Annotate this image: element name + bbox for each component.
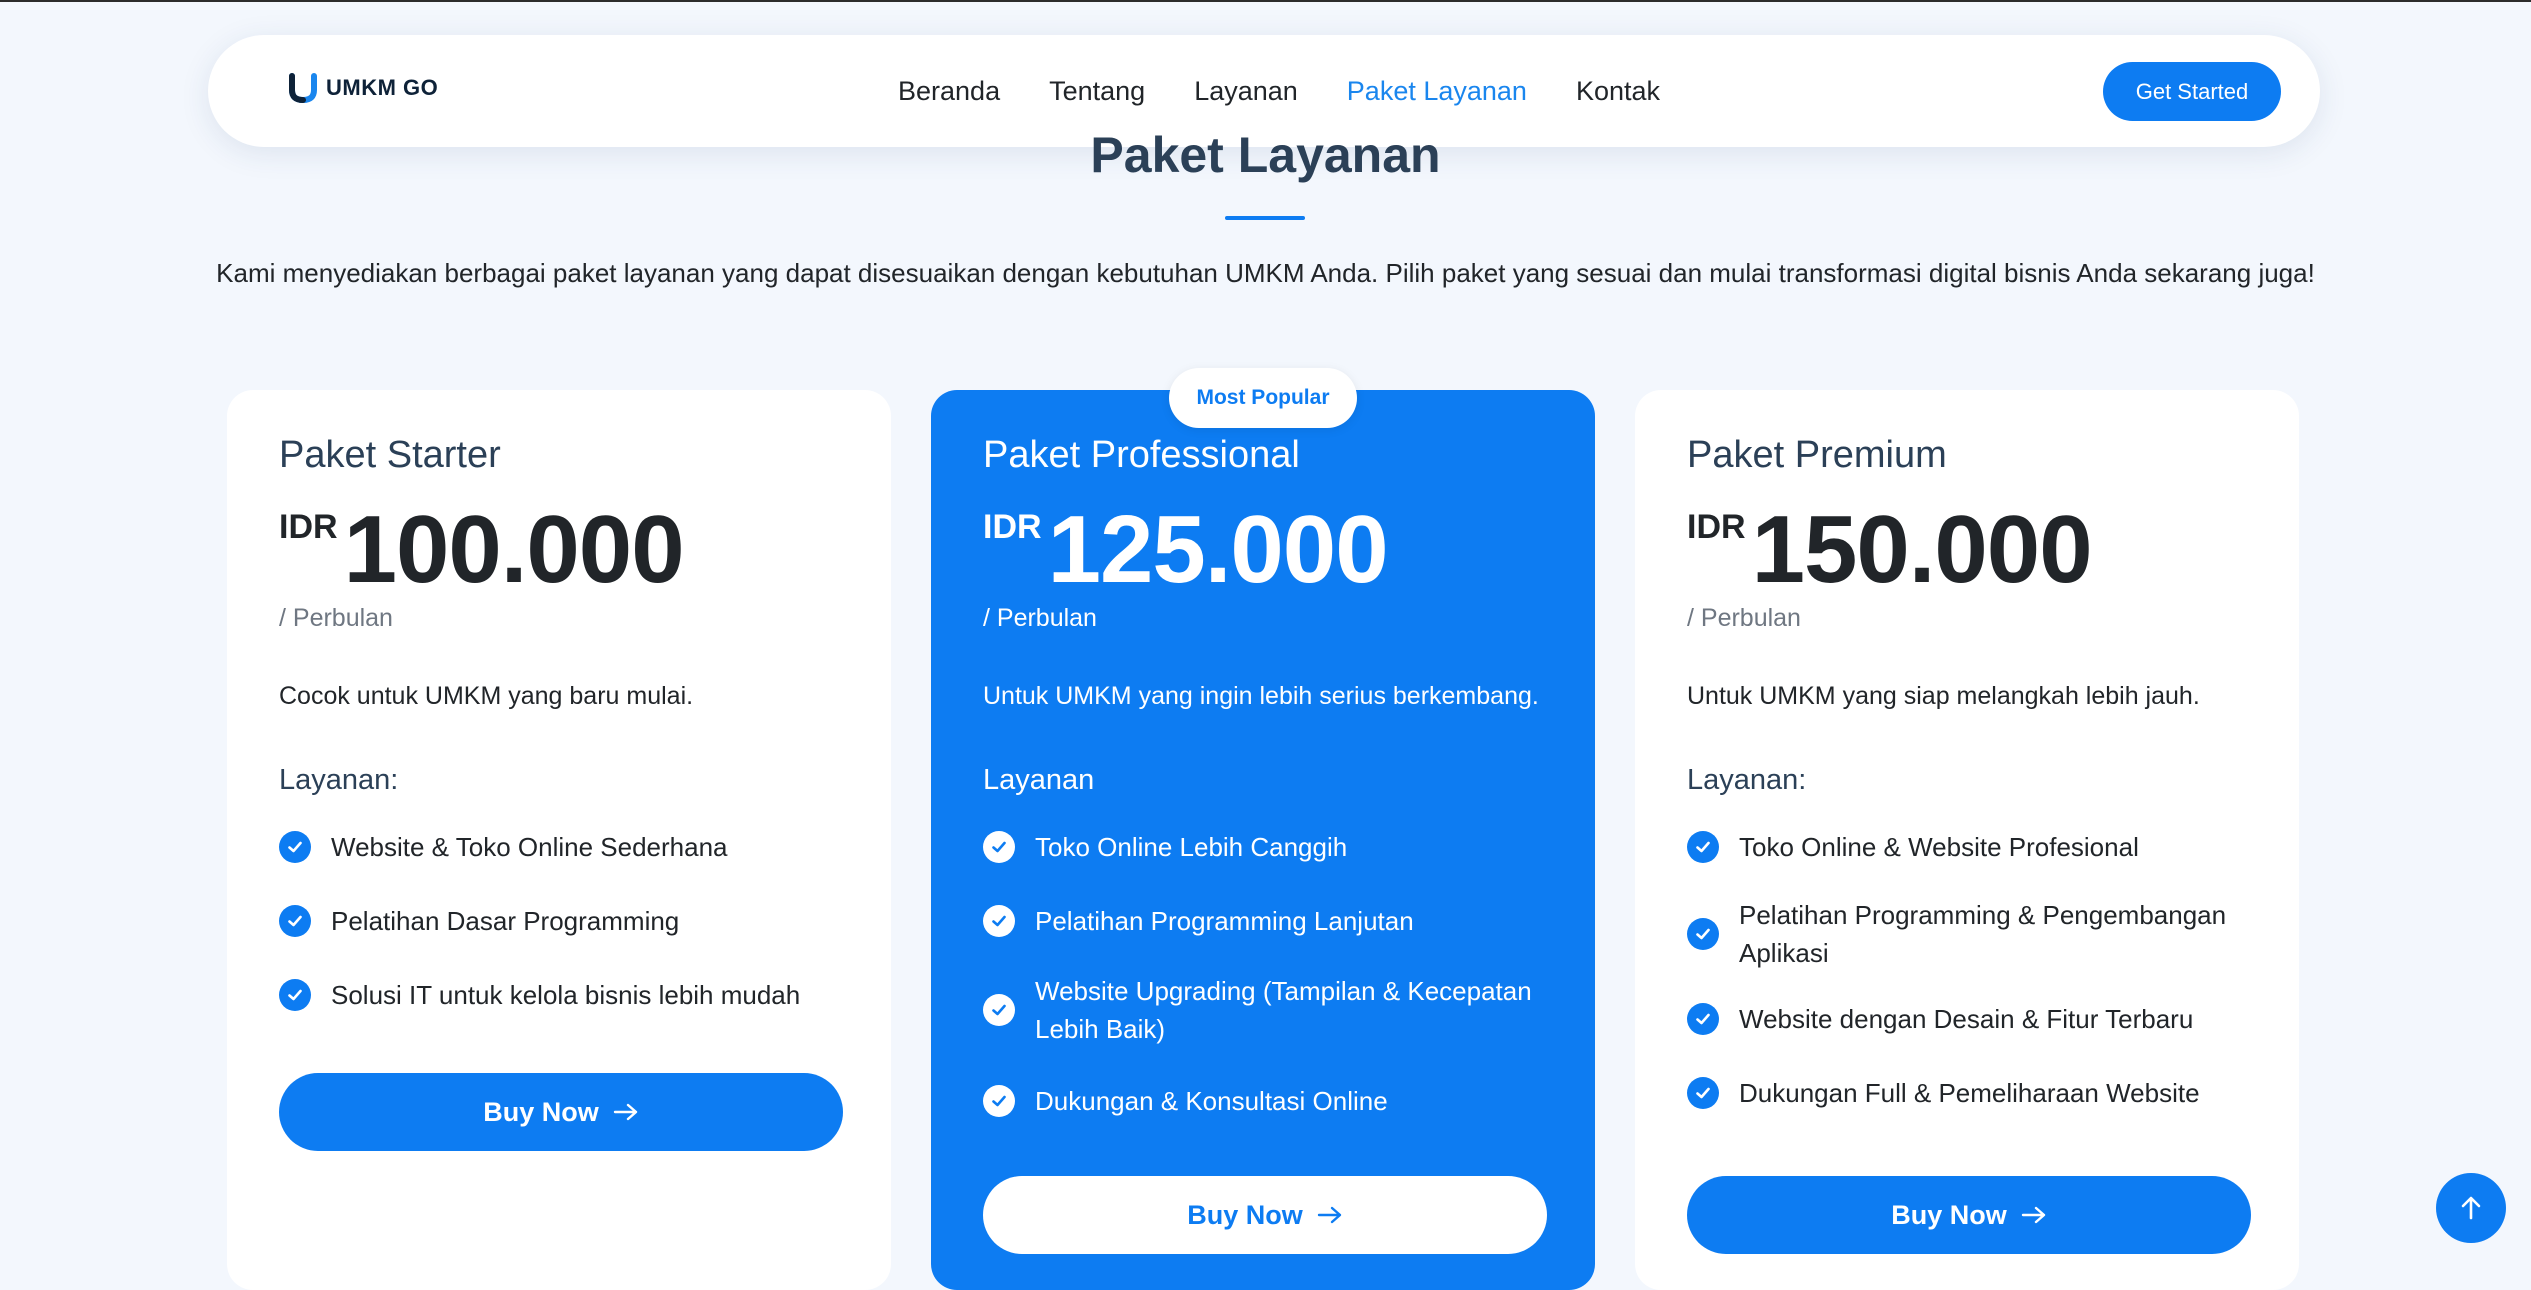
section-title: Paket Layanan bbox=[1090, 127, 1441, 183]
feature-text: Website dengan Desain & Fitur Terbaru bbox=[1739, 1004, 2194, 1034]
arrow-right-icon bbox=[613, 1103, 637, 1121]
feature-item: Website & Toko Online Sederhana bbox=[279, 828, 859, 866]
price-currency: IDR bbox=[279, 508, 338, 546]
plan-name: Paket Starter bbox=[279, 434, 501, 476]
feature-text: Dukungan Full & Pemeliharaan Website bbox=[1739, 1078, 2200, 1108]
nav-layanan[interactable]: Layanan bbox=[1194, 76, 1298, 107]
check-circle-icon bbox=[279, 831, 311, 863]
price-period: / Perbulan bbox=[1687, 604, 1801, 632]
arrow-up-icon bbox=[2461, 1196, 2481, 1220]
plan-price: IDR 150.000 bbox=[1687, 496, 2093, 603]
arrow-right-icon bbox=[1317, 1206, 1341, 1224]
features-label: Layanan: bbox=[1687, 764, 1807, 796]
feature-text: Website Upgrading (Tampilan & Kecepatan … bbox=[1035, 976, 1532, 1044]
feature-item: Pelatihan Programming & Pengembangan Apl… bbox=[1687, 896, 2267, 972]
most-popular-badge: Most Popular bbox=[1169, 368, 1357, 428]
title-underline bbox=[1225, 216, 1305, 220]
pricing-card-professional: Most Popular Paket Professional IDR 125.… bbox=[931, 368, 1595, 1290]
window-top-border bbox=[0, 0, 2531, 2]
nav-beranda[interactable]: Beranda bbox=[898, 76, 1000, 107]
feature-item: Dukungan Full & Pemeliharaan Website bbox=[1687, 1074, 2267, 1112]
features-label: Layanan bbox=[983, 764, 1095, 796]
feature-item: Toko Online & Website Profesional bbox=[1687, 828, 2267, 866]
plan-description: Cocok untuk UMKM yang baru mulai. bbox=[279, 682, 694, 710]
check-circle-icon bbox=[279, 979, 311, 1011]
check-circle-icon bbox=[983, 1085, 1015, 1117]
price-amount: 125.000 bbox=[1047, 496, 1389, 603]
pricing-card-starter: Paket Starter IDR 100.000 / Perbulan Coc… bbox=[227, 390, 891, 1290]
buy-now-label: Buy Now bbox=[1891, 1199, 2007, 1230]
price-currency: IDR bbox=[983, 508, 1042, 546]
nav-paket-layanan[interactable]: Paket Layanan bbox=[1347, 76, 1527, 107]
check-circle-icon bbox=[1687, 831, 1719, 863]
plan-description: Untuk UMKM yang siap melangkah lebih jau… bbox=[1687, 682, 2200, 710]
buy-now-label: Buy Now bbox=[1187, 1199, 1303, 1230]
nav-kontak[interactable]: Kontak bbox=[1576, 76, 1660, 107]
feature-item: Dukungan & Konsultasi Online bbox=[983, 1082, 1563, 1120]
price-amount: 150.000 bbox=[1751, 496, 2093, 603]
scroll-to-top-button[interactable] bbox=[2436, 1173, 2506, 1243]
plan-price: IDR 125.000 bbox=[983, 496, 1389, 603]
feature-text: Pelatihan Programming Lanjutan bbox=[1035, 906, 1414, 936]
arrow-right-icon bbox=[2021, 1206, 2045, 1224]
features-label: Layanan: bbox=[279, 764, 399, 796]
price-amount: 100.000 bbox=[343, 496, 685, 603]
check-circle-icon bbox=[983, 831, 1015, 863]
plan-name: Paket Professional bbox=[983, 434, 1300, 476]
brand-name: UMKM GO bbox=[326, 75, 439, 100]
price-period: / Perbulan bbox=[983, 604, 1097, 632]
price-currency: IDR bbox=[1687, 508, 1746, 546]
feature-text: Dukungan & Konsultasi Online bbox=[1035, 1086, 1388, 1116]
buy-now-label: Buy Now bbox=[483, 1096, 599, 1127]
check-circle-icon bbox=[1687, 918, 1719, 950]
check-circle-icon bbox=[1687, 1077, 1719, 1109]
feature-item: Website Upgrading (Tampilan & Kecepatan … bbox=[983, 972, 1563, 1048]
section-description: Kami menyediakan berbagai paket layanan … bbox=[216, 258, 2315, 288]
buy-now-button[interactable]: Buy Now bbox=[279, 1073, 843, 1151]
brand-logo[interactable]: UMKM GO bbox=[288, 72, 438, 104]
feature-text: Toko Online Lebih Canggih bbox=[1035, 832, 1348, 862]
buy-now-button[interactable]: Buy Now bbox=[1687, 1176, 2251, 1254]
umkm-logo-icon bbox=[289, 73, 317, 104]
plan-description: Untuk UMKM yang ingin lebih serius berke… bbox=[983, 682, 1539, 710]
feature-text: Pelatihan Dasar Programming bbox=[331, 906, 680, 936]
buy-now-button[interactable]: Buy Now bbox=[983, 1176, 1547, 1254]
check-circle-icon bbox=[1687, 1003, 1719, 1035]
pricing-card-premium: Paket Premium IDR 150.000 / Perbulan Unt… bbox=[1635, 390, 2299, 1290]
feature-text: Solusi IT untuk kelola bisnis lebih muda… bbox=[331, 980, 801, 1010]
feature-text: Website & Toko Online Sederhana bbox=[331, 832, 728, 862]
feature-item: Pelatihan Dasar Programming bbox=[279, 902, 859, 940]
nav-tentang[interactable]: Tentang bbox=[1049, 76, 1145, 107]
feature-text: Pelatihan Programming & Pengembangan Apl… bbox=[1739, 900, 2227, 968]
price-period: / Perbulan bbox=[279, 604, 393, 632]
check-circle-icon bbox=[279, 905, 311, 937]
feature-item: Pelatihan Programming Lanjutan bbox=[983, 902, 1563, 940]
plan-price: IDR 100.000 bbox=[279, 496, 685, 603]
plan-name: Paket Premium bbox=[1687, 434, 1947, 476]
feature-item: Website dengan Desain & Fitur Terbaru bbox=[1687, 1000, 2267, 1038]
feature-item: Solusi IT untuk kelola bisnis lebih muda… bbox=[279, 976, 859, 1014]
check-circle-icon bbox=[983, 905, 1015, 937]
get-started-button[interactable]: Get Started bbox=[2103, 62, 2281, 121]
feature-item: Toko Online Lebih Canggih bbox=[983, 828, 1563, 866]
feature-text: Toko Online & Website Profesional bbox=[1739, 832, 2139, 862]
check-circle-icon bbox=[983, 994, 1015, 1026]
